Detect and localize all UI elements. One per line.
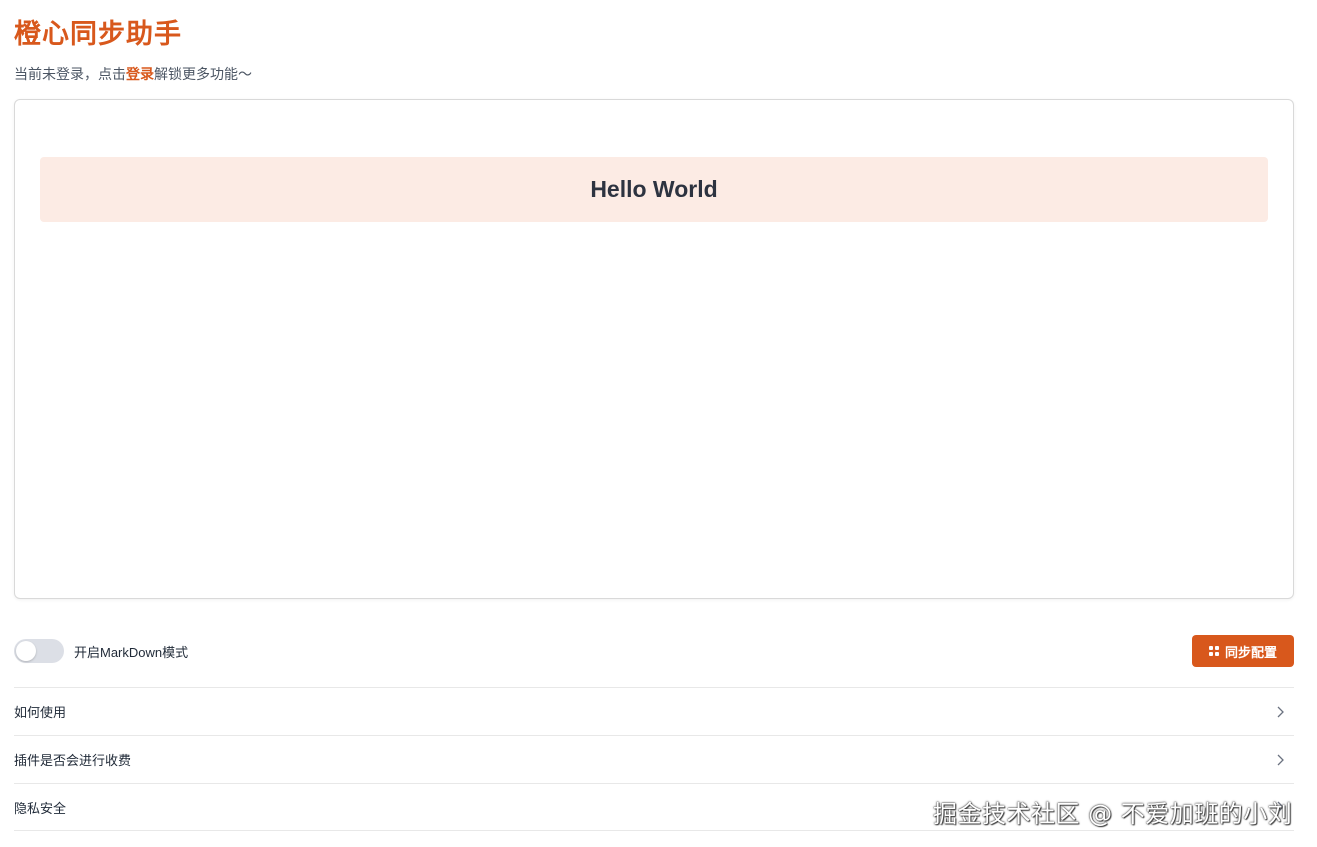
markdown-toggle-group: 开启MarkDown模式: [14, 639, 188, 663]
app-title: 橙心同步助手: [14, 19, 182, 49]
login-hint: 当前未登录，点击登录解锁更多功能～: [14, 64, 252, 84]
watermark: 掘金技术社区 @ 不爱加班的小刘: [933, 800, 1293, 828]
preview-heading: Hello World: [590, 176, 718, 202]
grid-icon: [1208, 646, 1219, 656]
markdown-toggle[interactable]: [14, 639, 64, 663]
faq-item-label: 隐私安全: [14, 800, 67, 816]
app-root: 橙心同步助手 当前未登录，点击登录解锁更多功能～ Hello World 开启M…: [0, 0, 1317, 847]
sync-config-label: 同步配置: [1224, 644, 1277, 660]
controls-bar: 开启MarkDown模式 同步配置: [14, 634, 1294, 668]
editor-panel[interactable]: Hello World: [14, 99, 1294, 599]
chevron-right-icon: [1277, 754, 1284, 765]
preview-block: Hello World: [40, 157, 1268, 222]
toggle-knob: [16, 641, 36, 661]
login-link[interactable]: 登录: [126, 66, 154, 82]
faq-item-label: 插件是否会进行收费: [14, 753, 132, 768]
sync-config-button[interactable]: 同步配置: [1191, 635, 1294, 667]
login-hint-prefix: 当前未登录，点击: [14, 66, 126, 82]
login-hint-suffix: 解锁更多功能～: [154, 66, 252, 82]
faq-item-label: 如何使用: [14, 705, 67, 720]
markdown-toggle-label: 开启MarkDown模式: [74, 644, 189, 660]
faq-item-how-to-use[interactable]: 如何使用: [14, 687, 1294, 735]
chevron-right-icon: [1277, 706, 1284, 717]
faq-item-pricing[interactable]: 插件是否会进行收费: [14, 735, 1294, 783]
